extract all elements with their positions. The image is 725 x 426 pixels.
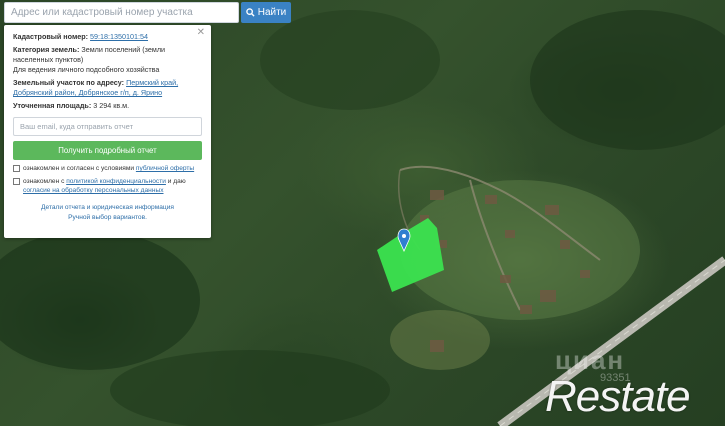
- area-row: Уточненная площадь: 3 294 кв.м.: [13, 101, 202, 111]
- offer-consent-label: ознакомлен и согласен с условиями публич…: [23, 164, 194, 173]
- offer-consent-text: ознакомлен и согласен с условиями: [23, 165, 136, 172]
- cadastral-number-row: Кадастровый номер: 59:18:1350101:54: [13, 32, 202, 42]
- search-input[interactable]: [4, 2, 239, 23]
- usage-value: Для ведения личного подсобного хозяйства: [13, 65, 160, 74]
- cadastral-number-link[interactable]: 59:18:1350101:54: [90, 32, 148, 41]
- public-offer-link[interactable]: публичной оферты: [136, 165, 194, 172]
- offer-consent-row: ознакомлен и согласен с условиями публич…: [13, 164, 202, 173]
- privacy-consent-checkbox[interactable]: [13, 178, 20, 185]
- report-details-link[interactable]: Детали отчета и юридическая информация: [13, 203, 202, 213]
- manual-selection-link[interactable]: Ручной выбор вариантов.: [13, 213, 202, 223]
- forest-patch: [260, 10, 440, 110]
- privacy-consent-row: ознакомлен с политикой конфиденциальност…: [13, 177, 202, 195]
- area-label: Уточненная площадь:: [13, 101, 92, 110]
- get-report-button[interactable]: Получить подробный отчет: [13, 141, 202, 160]
- privacy-consent-mid: и даю: [165, 178, 186, 185]
- cadastral-label: Кадастровый номер:: [13, 32, 89, 41]
- forest-patch: [110, 350, 390, 426]
- address-row: Земельный участок по адресу: Пермский кр…: [13, 78, 202, 98]
- parcel-info-panel: ✕ Кадастровый номер: 59:18:1350101:54 Ка…: [4, 25, 211, 238]
- address-label: Земельный участок по адресу:: [13, 78, 125, 87]
- search-button[interactable]: Найти: [241, 2, 291, 23]
- forest-patch: [530, 10, 725, 150]
- email-field[interactable]: [13, 117, 202, 136]
- category-row: Категория земель: Земли поселений (земли…: [13, 45, 202, 65]
- privacy-policy-link[interactable]: политикой конфиденциальности: [66, 178, 166, 185]
- close-icon[interactable]: ✕: [197, 28, 205, 38]
- privacy-consent-label: ознакомлен с политикой конфиденциальност…: [23, 177, 202, 195]
- area-value: 3 294 кв.м.: [93, 101, 130, 110]
- footer-links: Детали отчета и юридическая информация Р…: [13, 203, 202, 223]
- personal-data-consent-link[interactable]: согласие на обработку персональных данны…: [23, 187, 164, 194]
- restate-logo: Restate: [545, 372, 691, 421]
- category-label: Категория земель:: [13, 45, 80, 54]
- search-icon: [245, 8, 255, 17]
- forest-patch: [0, 230, 200, 370]
- offer-consent-checkbox[interactable]: [13, 165, 20, 172]
- search-button-label: Найти: [257, 7, 287, 18]
- privacy-consent-text: ознакомлен с: [23, 178, 67, 185]
